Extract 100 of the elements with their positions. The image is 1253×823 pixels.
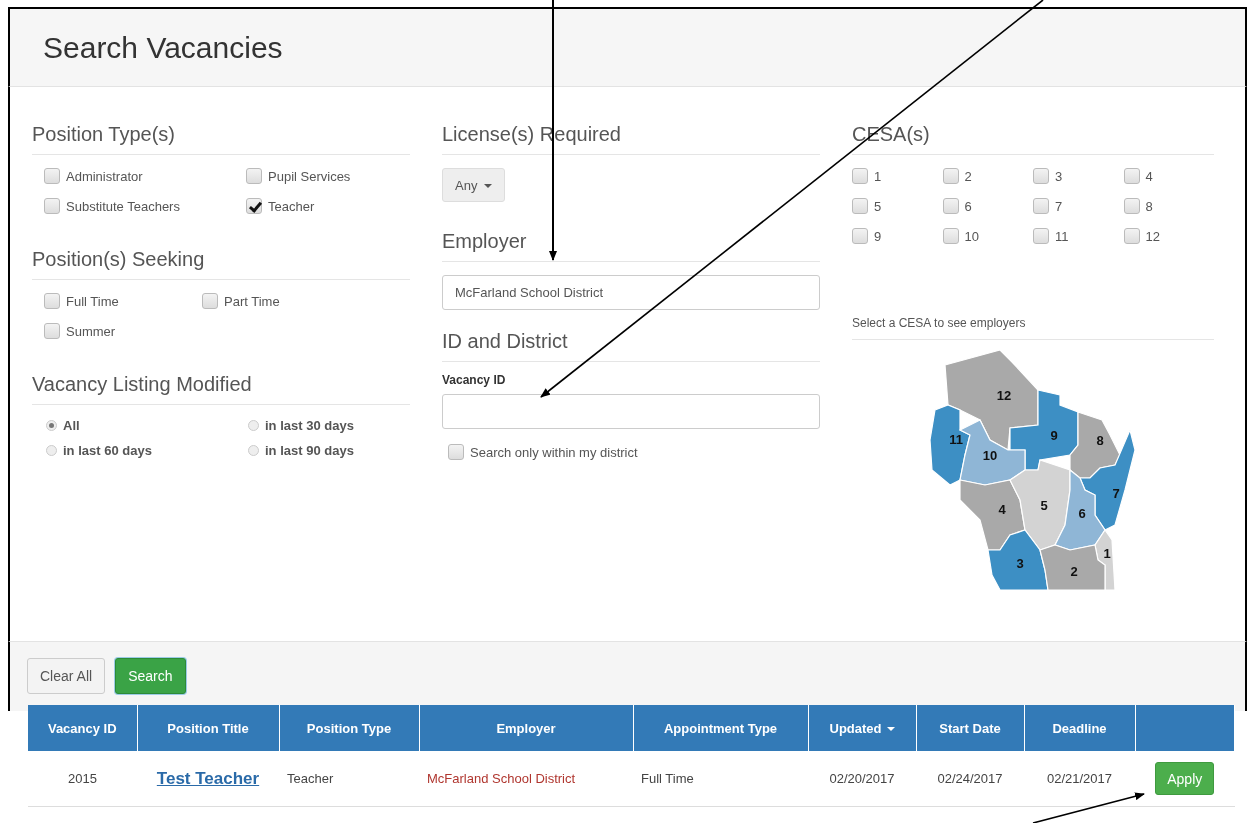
checkbox-label: 4 — [1145, 168, 1153, 184]
caret-icon — [484, 184, 492, 189]
column-header[interactable]: Appointment Type — [633, 705, 808, 751]
vacancy-id-field[interactable] — [442, 394, 820, 429]
radio-button[interactable] — [46, 445, 57, 456]
map-region[interactable] — [1069, 411, 1121, 479]
license-dropdown[interactable]: Any — [442, 168, 505, 202]
region-label: 7 — [1112, 486, 1120, 501]
checkbox[interactable] — [202, 293, 218, 309]
region-label: 4 — [998, 502, 1006, 517]
field-label: Vacancy ID — [442, 373, 507, 387]
checkbox-label: 2 — [964, 168, 972, 184]
checkbox-label: 12 — [1145, 228, 1160, 244]
checkbox-label: Part Time — [224, 293, 280, 309]
map-region[interactable] — [1009, 459, 1071, 551]
checkbox-label: 5 — [874, 198, 882, 214]
apply-button[interactable]: Apply — [1155, 762, 1215, 795]
radio-button[interactable] — [46, 420, 57, 431]
map-region[interactable] — [944, 350, 1039, 451]
checkbox-label: Full Time — [66, 293, 119, 309]
section-title: Vacancy Listing Modified — [32, 373, 410, 405]
map-region[interactable] — [987, 529, 1049, 591]
radio-label: All — [63, 418, 80, 433]
map-region[interactable] — [1039, 544, 1106, 591]
checkbox-label: 11 — [1055, 228, 1069, 244]
checkbox-label: 6 — [964, 198, 972, 214]
position-link[interactable]: Test Teacher — [156, 768, 260, 788]
table-cell: 02/20/2017 — [808, 751, 916, 807]
checkbox-label: 10 — [964, 228, 979, 244]
map-region[interactable] — [930, 404, 971, 486]
region-label: 1 — [1103, 546, 1111, 561]
region-label: 12 — [996, 388, 1012, 403]
region-label: 6 — [1078, 506, 1086, 521]
column-header[interactable]: Position Type — [279, 705, 419, 751]
map-region[interactable] — [1054, 468, 1106, 551]
column-header[interactable]: Vacancy ID — [28, 705, 137, 751]
checkbox-label: Teacher — [268, 198, 315, 214]
checkbox[interactable] — [44, 198, 60, 214]
region-label: 8 — [1096, 433, 1104, 448]
clear-button[interactable]: Clear All — [27, 658, 106, 694]
checkbox[interactable] — [942, 168, 959, 184]
checkbox[interactable] — [246, 168, 262, 184]
map-caption: Select a CESA to see employers — [852, 316, 1214, 340]
checkbox-label: Administrator — [66, 168, 143, 184]
table-cell: 2015 — [28, 751, 137, 807]
radio-label: in last 30 days — [265, 418, 354, 433]
radio-button[interactable] — [248, 445, 259, 456]
region-label: 3 — [1016, 556, 1024, 571]
employer-field[interactable]: McFarland School District — [442, 275, 820, 310]
checkbox[interactable] — [246, 198, 262, 214]
column-header[interactable]: Deadline — [1024, 705, 1135, 751]
checkbox[interactable] — [44, 293, 60, 309]
checkbox-label: 7 — [1055, 198, 1063, 214]
radio-button[interactable] — [248, 420, 259, 431]
checkbox-label: Search only within my district — [470, 444, 638, 460]
checkbox-label: Substitute Teachers — [66, 198, 180, 214]
checkbox[interactable] — [852, 228, 868, 244]
table-cell: McFarland School District — [419, 751, 633, 807]
table-cell: 02/24/2017 — [916, 751, 1024, 807]
checkbox[interactable] — [942, 228, 959, 244]
radio-label: in last 60 days — [63, 443, 152, 458]
checkbox-label: 8 — [1145, 198, 1153, 214]
map-region[interactable] — [959, 479, 1026, 551]
checkbox[interactable] — [44, 323, 60, 339]
checkbox[interactable] — [942, 198, 959, 214]
region-label: 9 — [1050, 428, 1058, 443]
checkbox-label: 3 — [1055, 168, 1063, 184]
checkbox[interactable] — [1033, 168, 1049, 184]
section-title: Position Type(s) — [32, 123, 410, 155]
checkbox-label: 9 — [874, 228, 882, 244]
checkbox-label: 1 — [874, 168, 882, 184]
checkbox[interactable] — [852, 198, 868, 214]
column-header[interactable]: Employer — [419, 705, 633, 751]
column-header[interactable]: Updated — [808, 705, 916, 751]
region-label: 11 — [949, 432, 963, 447]
map-region[interactable] — [1079, 428, 1136, 531]
region-label: 2 — [1070, 564, 1078, 579]
checkbox[interactable] — [1123, 198, 1140, 214]
section-title: Employer — [442, 230, 820, 262]
radio-label: in last 90 days — [265, 443, 354, 458]
checkbox-label: Summer — [66, 323, 116, 339]
column-header[interactable]: Position Title — [137, 705, 279, 751]
checkbox[interactable] — [852, 168, 868, 184]
section-title: ID and District — [442, 330, 820, 362]
region-label: 10 — [982, 448, 998, 463]
checkbox[interactable] — [1033, 228, 1049, 244]
checkbox[interactable] — [1123, 168, 1140, 184]
checkbox[interactable] — [448, 444, 464, 460]
checkbox[interactable] — [44, 168, 60, 184]
table-cell: 02/21/2017 — [1024, 751, 1135, 807]
map-region[interactable] — [1009, 389, 1079, 471]
checkbox[interactable] — [1123, 228, 1140, 244]
column-header[interactable]: Start Date — [916, 705, 1024, 751]
checkbox[interactable] — [1033, 198, 1049, 214]
table-cell: Full Time — [633, 751, 808, 807]
search-button[interactable]: Search — [115, 658, 186, 694]
checkbox-label: Pupil Services — [268, 168, 351, 184]
region-label: 5 — [1040, 498, 1048, 513]
page-title: Search Vacancies — [43, 30, 283, 65]
section-title: Position(s) Seeking — [32, 248, 410, 280]
